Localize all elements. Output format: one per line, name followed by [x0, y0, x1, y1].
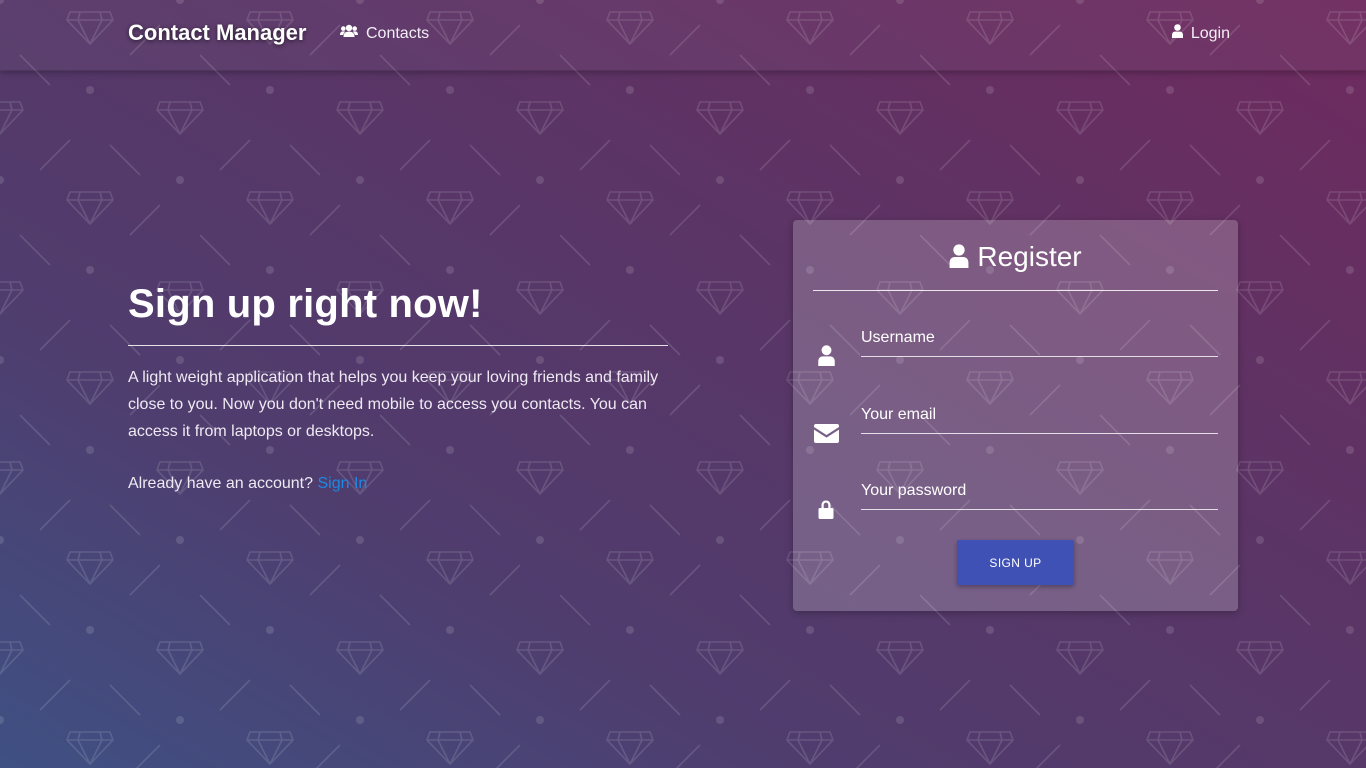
password-field: [813, 473, 1218, 523]
heading-divider: [128, 345, 668, 346]
intro-description: A light weight application that helps yo…: [128, 369, 659, 440]
top-navbar: Contact Manager Contacts Login: [0, 0, 1366, 71]
nav-login-link[interactable]: Login: [1171, 24, 1230, 43]
signup-button[interactable]: SIGN UP: [957, 540, 1074, 585]
users-icon: [340, 24, 358, 44]
lock-icon: [813, 500, 839, 519]
page-heading: Sign up right now!: [128, 282, 483, 326]
brand-logo-link[interactable]: Contact Manager: [128, 20, 306, 46]
nav-contacts-label: Contacts: [366, 25, 430, 42]
email-input[interactable]: [861, 397, 1218, 434]
register-title: Register: [977, 241, 1082, 272]
signup-intro: Sign up right now! A light weight applic…: [128, 282, 668, 493]
signin-link[interactable]: Sign In: [317, 475, 367, 492]
email-field: [813, 397, 1218, 447]
account-prompt-text: Already have an account?: [128, 475, 314, 492]
register-card: Register SIGN UP: [793, 220, 1238, 611]
nav-contacts-link[interactable]: Contacts: [340, 24, 429, 44]
register-header: Register: [813, 240, 1218, 291]
user-icon: [1171, 24, 1183, 43]
user-icon: [813, 345, 839, 366]
signin-prompt: Already have an account? Sign In: [128, 475, 668, 493]
user-icon: [949, 240, 969, 273]
nav-login-label: Login: [1190, 24, 1230, 42]
username-field: [813, 320, 1218, 370]
envelope-icon: [813, 424, 839, 443]
username-input[interactable]: [861, 320, 1218, 357]
password-input[interactable]: [861, 473, 1218, 510]
